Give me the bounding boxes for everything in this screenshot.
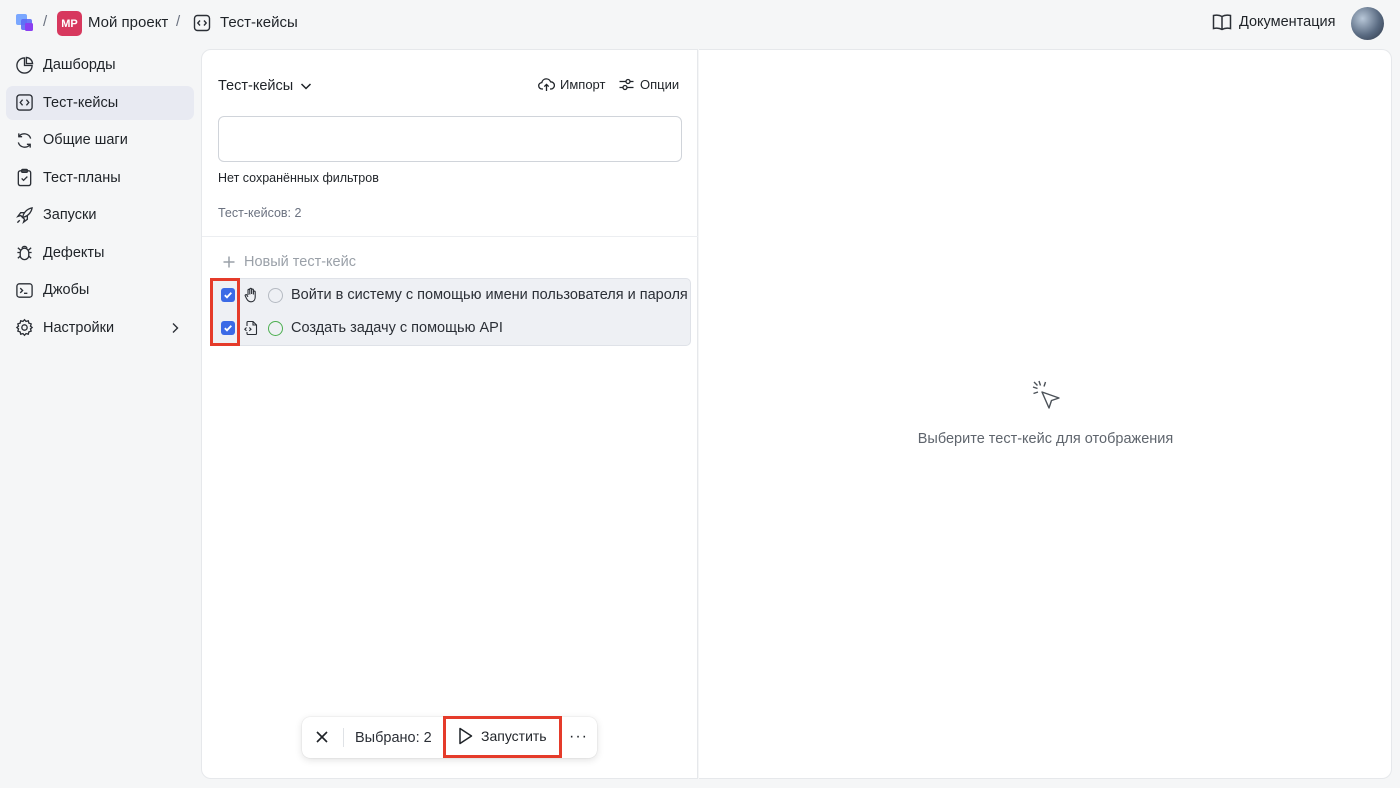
- breadcrumb-separator: /: [176, 13, 181, 30]
- sidebar-item-label: Дефекты: [43, 244, 105, 261]
- app-logo-icon[interactable]: [14, 12, 36, 34]
- clipboard-icon: [17, 168, 32, 187]
- testcase-view-title: Тест-кейсы: [218, 78, 294, 94]
- more-options-button[interactable]: ···: [569, 728, 588, 746]
- run-button-highlight: [443, 716, 562, 758]
- testcase-title: Войти в систему с помощью имени пользова…: [291, 287, 688, 303]
- new-testcase-button[interactable]: Новый тест-кейс: [222, 254, 356, 270]
- sidebar-item-label: Дашборды: [43, 57, 116, 73]
- new-testcase-label: Новый тест-кейс: [244, 254, 356, 270]
- import-button[interactable]: Импорт: [538, 77, 605, 92]
- saved-filters-status: Нет сохранённых фильтров: [218, 171, 379, 185]
- options-label: Опции: [640, 77, 680, 92]
- sidebar-item-label: Общие шаги: [43, 132, 128, 148]
- sidebar-item-label: Тест-планы: [43, 169, 121, 186]
- testcase-rows: Войти в систему с помощью имени пользова…: [210, 278, 691, 346]
- sidebar-item-label: Тест-кейсы: [43, 94, 119, 111]
- checkbox-highlight: [210, 278, 240, 346]
- sidebar-item-defects[interactable]: Дефекты: [6, 236, 194, 270]
- sidebar-item-label: Джобы: [43, 282, 90, 298]
- sidebar-item-jobs[interactable]: Джобы: [6, 273, 194, 307]
- status-indicator: [268, 288, 283, 303]
- rocket-icon: [16, 206, 33, 224]
- options-button[interactable]: Опции: [618, 77, 679, 92]
- status-indicator: [268, 321, 283, 336]
- book-icon: [1212, 14, 1232, 31]
- sidebar-item-label: Запуски: [43, 207, 97, 223]
- refresh-icon: [17, 132, 32, 148]
- documentation-label: Документация: [1239, 14, 1336, 30]
- breadcrumb-project[interactable]: Мой проект: [88, 14, 168, 31]
- top-bar: / MP Мой проект / Тест-кейсы Документаци…: [0, 0, 1400, 46]
- cursor-click-icon: [1032, 380, 1060, 409]
- chevron-down-icon: [301, 83, 312, 90]
- divider: [202, 236, 698, 237]
- filter-input[interactable]: [218, 116, 682, 162]
- sidebar-item-testcases[interactable]: Тест-кейсы: [6, 85, 194, 120]
- sidebar-item-dashboards[interactable]: Дашборды: [6, 48, 194, 82]
- testcase-count: Тест-кейсов: 2: [218, 206, 302, 220]
- file-code-icon: [244, 320, 258, 336]
- divider: [343, 728, 344, 747]
- table-row[interactable]: Войти в систему с помощью имени пользова…: [211, 279, 692, 312]
- chevron-right-icon: [172, 322, 179, 333]
- testcase-view-selector[interactable]: Тест-кейсы: [218, 78, 313, 94]
- cloud-upload-icon: [538, 78, 555, 91]
- documentation-link[interactable]: Документация: [1212, 13, 1335, 31]
- import-label: Импорт: [560, 77, 606, 92]
- code-brackets-icon: [16, 94, 33, 111]
- sidebar-item-settings[interactable]: Настройки: [6, 311, 194, 345]
- pie-chart-icon: [16, 56, 34, 74]
- plus-icon: [223, 256, 235, 268]
- testcase-detail-panel: [699, 49, 1392, 779]
- sidebar-item-launches[interactable]: Запуски: [6, 198, 194, 232]
- sliders-icon: [619, 78, 634, 91]
- empty-state-text: Выберите тест-кейс для отображения: [917, 431, 1174, 447]
- user-avatar[interactable]: [1351, 7, 1384, 40]
- testcase-title: Создать задачу с помощью API: [291, 320, 503, 336]
- sidebar-item-test-plans[interactable]: Тест-планы: [6, 161, 194, 195]
- close-icon[interactable]: [314, 729, 330, 745]
- hand-icon: [244, 287, 256, 303]
- code-brackets-icon: [193, 14, 211, 32]
- bug-icon: [17, 245, 32, 261]
- testcase-list-panel: Тест-кейсы Импорт Опции Нет сохранённых …: [201, 49, 698, 779]
- table-row[interactable]: Создать задачу с помощью API: [211, 312, 692, 345]
- gear-icon: [15, 318, 34, 337]
- project-badge[interactable]: MP: [57, 11, 82, 36]
- breadcrumb-separator: /: [43, 13, 48, 30]
- sidebar-item-label: Настройки: [43, 319, 115, 336]
- breadcrumb-section[interactable]: Тест-кейсы: [220, 14, 298, 31]
- sidebar-item-shared-steps[interactable]: Общие шаги: [6, 123, 194, 157]
- selected-count: Выбрано: 2: [355, 730, 432, 746]
- terminal-icon: [16, 282, 33, 298]
- sidebar: Дашборды Тест-кейсы Общие шаги Тест-план…: [6, 48, 194, 348]
